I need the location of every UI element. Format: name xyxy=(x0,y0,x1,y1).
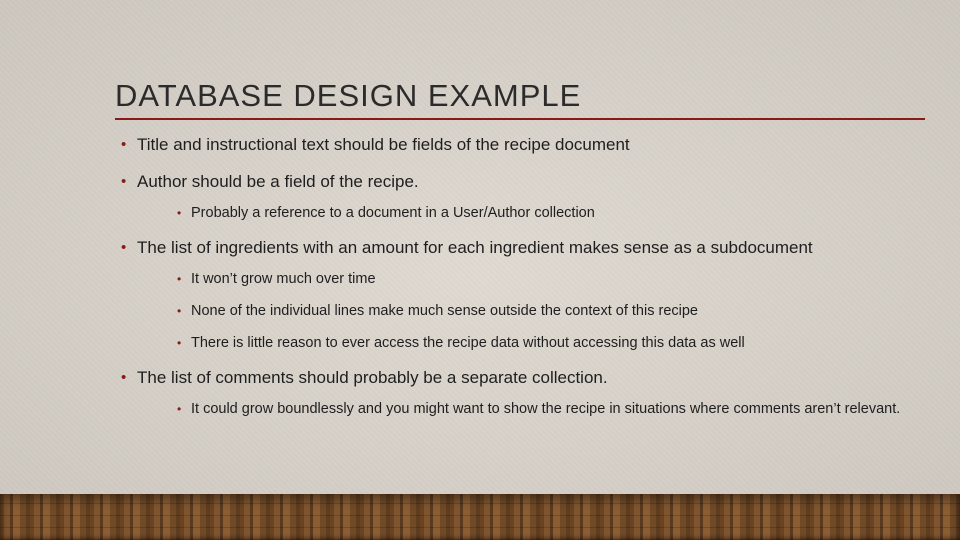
list-item: It won’t grow much over time xyxy=(171,270,925,290)
bullet-text: The list of ingredients with an amount f… xyxy=(137,238,813,257)
sub-list: Probably a reference to a document in a … xyxy=(171,204,925,224)
list-item: Probably a reference to a document in a … xyxy=(171,204,925,224)
list-item: Author should be a field of the recipe. … xyxy=(115,171,925,224)
sub-list: It won’t grow much over time None of the… xyxy=(171,270,925,353)
bullet-text: Probably a reference to a document in a … xyxy=(191,205,595,221)
wood-floor-decor xyxy=(0,494,960,540)
list-item: Title and instructional text should be f… xyxy=(115,134,925,157)
bullet-text: Author should be a field of the recipe. xyxy=(137,172,419,191)
bullet-text: Title and instructional text should be f… xyxy=(137,135,630,154)
slide-title: DATABASE DESIGN EXAMPLE xyxy=(115,78,925,120)
list-item: There is little reason to ever access th… xyxy=(171,334,925,354)
list-item: The list of comments should probably be … xyxy=(115,367,925,420)
slide-content: DATABASE DESIGN EXAMPLE Title and instru… xyxy=(115,78,925,434)
bullet-text: It won’t grow much over time xyxy=(191,271,376,287)
sub-list: It could grow boundlessly and you might … xyxy=(171,400,925,420)
bullet-list: Title and instructional text should be f… xyxy=(115,134,925,420)
list-item: None of the individual lines make much s… xyxy=(171,302,925,322)
list-item: It could grow boundlessly and you might … xyxy=(171,400,925,420)
bullet-text: There is little reason to ever access th… xyxy=(191,335,745,351)
bullet-text: It could grow boundlessly and you might … xyxy=(191,401,900,417)
list-item: The list of ingredients with an amount f… xyxy=(115,237,925,353)
slide: DATABASE DESIGN EXAMPLE Title and instru… xyxy=(0,0,960,540)
bullet-text: The list of comments should probably be … xyxy=(137,368,608,387)
bullet-text: None of the individual lines make much s… xyxy=(191,303,698,319)
